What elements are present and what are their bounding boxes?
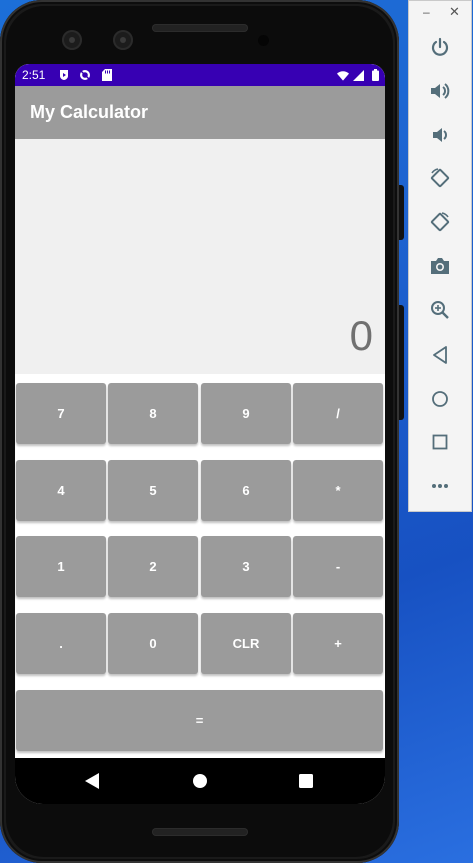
key-0[interactable]: 0 bbox=[108, 613, 198, 674]
device-screen: 2:51 My Calculator 0 7 8 9 / 4 5 6 * 1 2… bbox=[15, 64, 385, 804]
app-title: My Calculator bbox=[30, 102, 149, 122]
key-4[interactable]: 4 bbox=[16, 460, 106, 521]
battery-icon bbox=[369, 69, 381, 81]
key-1[interactable]: 1 bbox=[16, 536, 106, 597]
calculator-display: 0 bbox=[15, 139, 385, 374]
status-bar: 2:51 bbox=[15, 64, 385, 86]
key-2[interactable]: 2 bbox=[108, 536, 198, 597]
volume-down-icon[interactable] bbox=[428, 123, 452, 147]
home-icon[interactable] bbox=[191, 772, 209, 790]
key-6[interactable]: 6 bbox=[201, 460, 291, 521]
key-add[interactable]: + bbox=[293, 613, 383, 674]
app-bar: My Calculator bbox=[15, 86, 385, 139]
key-3[interactable]: 3 bbox=[201, 536, 291, 597]
navigation-bar bbox=[15, 758, 385, 804]
key-divide[interactable]: / bbox=[293, 383, 383, 444]
volume-up-icon[interactable] bbox=[428, 79, 452, 103]
no-sync-icon bbox=[79, 69, 91, 81]
key-equals[interactable]: = bbox=[16, 690, 383, 751]
rotate-left-icon[interactable] bbox=[428, 166, 452, 190]
key-multiply[interactable]: * bbox=[293, 460, 383, 521]
signal-icon bbox=[352, 69, 364, 81]
camera-icon[interactable] bbox=[428, 254, 452, 278]
sd-card-icon bbox=[101, 69, 113, 81]
key-clear[interactable]: CLR bbox=[201, 613, 291, 674]
bottom-speaker bbox=[152, 828, 248, 836]
more-icon[interactable] bbox=[428, 474, 452, 498]
overview-icon[interactable] bbox=[428, 430, 452, 454]
key-7[interactable]: 7 bbox=[16, 383, 106, 444]
proximity-sensor bbox=[258, 35, 269, 46]
rotate-right-icon[interactable] bbox=[428, 210, 452, 234]
power-key bbox=[399, 185, 404, 240]
status-time: 2:51 bbox=[22, 68, 46, 82]
power-icon[interactable] bbox=[428, 35, 452, 59]
back-icon[interactable] bbox=[428, 343, 452, 367]
key-9[interactable]: 9 bbox=[201, 383, 291, 444]
home-icon[interactable] bbox=[428, 387, 452, 411]
key-5[interactable]: 5 bbox=[108, 460, 198, 521]
close-button[interactable]: ✕ bbox=[449, 4, 460, 20]
toolbar-window-controls: – ✕ bbox=[409, 1, 473, 25]
recents-icon[interactable] bbox=[297, 772, 315, 790]
earpiece-speaker bbox=[152, 24, 248, 32]
play-protect-icon bbox=[58, 69, 70, 81]
zoom-icon[interactable] bbox=[428, 298, 452, 322]
key-decimal[interactable]: . bbox=[16, 613, 106, 674]
wifi-icon bbox=[337, 69, 349, 81]
key-8[interactable]: 8 bbox=[108, 383, 198, 444]
back-icon[interactable] bbox=[83, 772, 101, 790]
display-value: 0 bbox=[349, 312, 373, 359]
front-camera-left bbox=[62, 30, 82, 50]
minimize-button[interactable]: – bbox=[423, 5, 430, 19]
key-subtract[interactable]: - bbox=[293, 536, 383, 597]
front-camera-right bbox=[113, 30, 133, 50]
keypad: 7 8 9 / 4 5 6 * 1 2 3 - . 0 CLR + = bbox=[15, 374, 385, 758]
volume-rocker bbox=[399, 305, 404, 420]
emulator-toolbar: – ✕ bbox=[408, 0, 472, 512]
